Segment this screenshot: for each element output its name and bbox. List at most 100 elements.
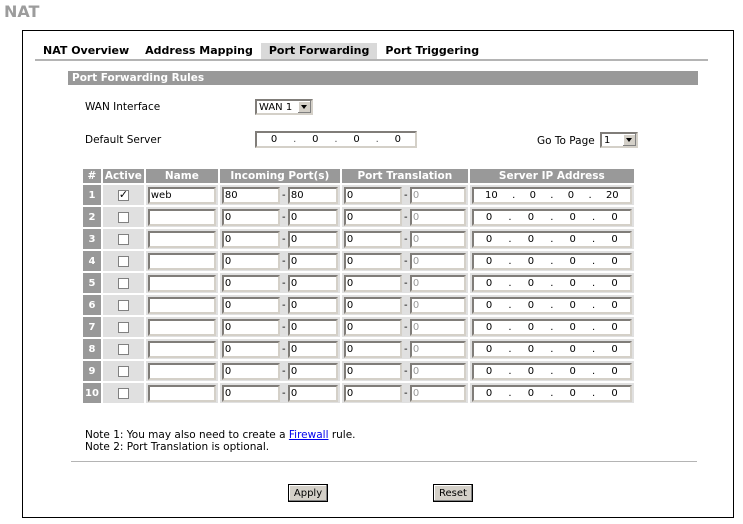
translation-port-start-input[interactable]: 0 [343,340,402,358]
incoming-port-end-input[interactable]: 0 [287,384,338,402]
active-checkbox[interactable] [117,343,129,355]
rule-name-input[interactable] [147,274,216,292]
wan-interface-label: WAN Interface [85,101,161,113]
active-checkbox[interactable] [117,277,129,289]
tab-port-forwarding[interactable]: Port Forwarding [260,43,378,59]
col-header-server-ip: Server IP Address [469,169,634,183]
rule-name-input[interactable] [147,384,216,402]
active-checkbox[interactable] [117,387,129,399]
active-checkbox[interactable] [117,299,129,311]
ip-octet: 10 [485,189,498,201]
incoming-port-end-input[interactable]: 0 [287,230,338,248]
col-header-name: Name [145,169,218,183]
server-ip-input[interactable]: 0.0.0.0 [471,340,632,358]
reset-button[interactable]: Reset [433,484,473,502]
ip-octet: 0 [569,299,576,311]
incoming-port-start-input[interactable]: 0 [221,274,280,292]
incoming-port-end-input[interactable]: 0 [287,340,338,358]
active-checkbox[interactable] [117,321,129,333]
ip-octet: 0 [569,211,576,223]
ip-octet: 0 [485,211,493,223]
rule-name-input[interactable] [147,296,216,314]
server-ip-input[interactable]: 0.0.0.0 [471,296,632,314]
active-checkbox[interactable] [117,233,129,245]
server-ip-input[interactable]: 0.0.0.0 [471,318,632,336]
translation-port-start-input[interactable]: 0 [343,252,402,270]
wan-interface-select[interactable]: WAN 1 [255,99,313,115]
incoming-port-start-input[interactable]: 0 [221,252,280,270]
goto-page-select[interactable]: 1 [600,132,638,148]
incoming-port-start-input[interactable]: 0 [221,384,280,402]
chevron-down-icon [622,134,636,146]
ip-octet: 0 [527,343,535,355]
translation-port-start-input[interactable]: 0 [343,208,402,226]
active-checkbox[interactable] [117,211,129,223]
translation-port-end-input: 0 [409,186,466,204]
active-checkbox[interactable] [117,365,129,377]
rule-name-input[interactable] [147,208,216,226]
translation-port-start-input[interactable]: 0 [343,384,402,402]
ip-octet: 0 [485,343,493,355]
rule-name-input[interactable]: web [147,186,216,204]
translation-port-start-input[interactable]: 0 [343,318,402,336]
incoming-port-start-input[interactable]: 0 [221,340,280,358]
apply-button[interactable]: Apply [288,484,328,502]
ip-octet: 0 [567,189,575,201]
incoming-port-end-input[interactable]: 0 [287,208,338,226]
table-row: 1web80-800-010.0.0.20 [83,185,634,205]
tab-nat-overview[interactable]: NAT Overview [35,43,138,59]
translation-port-start-input[interactable]: 0 [343,274,402,292]
server-ip-input[interactable]: 0.0.0.0 [471,384,632,402]
translation-port-start-input[interactable]: 0 [343,296,402,314]
incoming-port-start-input[interactable]: 0 [221,318,280,336]
table-row: 40-00-00.0.0.0 [83,251,634,271]
translation-port-start-input[interactable]: 0 [343,230,402,248]
incoming-port-start-input[interactable]: 0 [221,362,280,380]
incoming-port-end-input[interactable]: 0 [287,252,338,270]
active-checkbox[interactable] [117,255,129,267]
incoming-port-start-input[interactable]: 0 [221,208,280,226]
table-row: 30-00-00.0.0.0 [83,229,634,249]
ip-octet: 0 [485,233,493,245]
ip-octet: 0 [527,299,535,311]
ip-octet: 0 [569,255,576,267]
note-2: Note 2: Port Translation is optional. [85,441,270,453]
ip-octet: 20 [605,189,619,201]
ip-octet: 0 [611,299,618,311]
ip-octet: 0 [527,365,535,377]
translation-port-end-input: 0 [409,274,466,292]
server-ip-input[interactable]: 0.0.0.0 [471,274,632,292]
incoming-port-end-input[interactable]: 0 [287,362,338,380]
rule-name-input[interactable] [147,252,216,270]
ip-octet: 0 [527,321,535,333]
incoming-port-start-input[interactable]: 80 [221,186,280,204]
tab-address-mapping[interactable]: Address Mapping [137,43,261,59]
active-checkbox[interactable] [117,188,129,201]
row-number: 10 [83,383,101,403]
server-ip-input[interactable]: 0.0.0.0 [471,208,632,226]
translation-port-end-input: 0 [409,340,466,358]
rule-name-input[interactable] [147,318,216,336]
translation-port-start-input[interactable]: 0 [343,362,402,380]
incoming-port-end-input[interactable]: 0 [287,274,338,292]
ip-octet: 0 [569,343,576,355]
server-ip-input[interactable]: 0.0.0.0 [471,252,632,270]
server-ip-input[interactable]: 10. 0. 0. 20 [471,186,632,204]
row-number: 9 [83,361,101,381]
incoming-port-end-input[interactable]: 0 [287,296,338,314]
incoming-port-end-input[interactable]: 80 [287,186,338,204]
default-server-ip-field[interactable]: 0. 0. 0. 0 [255,131,417,148]
incoming-port-start-input[interactable]: 0 [221,296,280,314]
incoming-port-end-input[interactable]: 0 [287,318,338,336]
rule-name-input[interactable] [147,230,216,248]
server-ip-input[interactable]: 0.0.0.0 [471,230,632,248]
firewall-link[interactable]: Firewall [289,429,329,441]
tab-port-triggering[interactable]: Port Triggering [377,43,488,59]
translation-port-start-input[interactable]: 0 [343,186,402,204]
ip-octet: 0 [611,211,618,223]
rule-name-input[interactable] [147,340,216,358]
translation-port-end-input: 0 [409,318,466,336]
server-ip-input[interactable]: 0.0.0.0 [471,362,632,380]
incoming-port-start-input[interactable]: 0 [221,230,280,248]
rule-name-input[interactable] [147,362,216,380]
